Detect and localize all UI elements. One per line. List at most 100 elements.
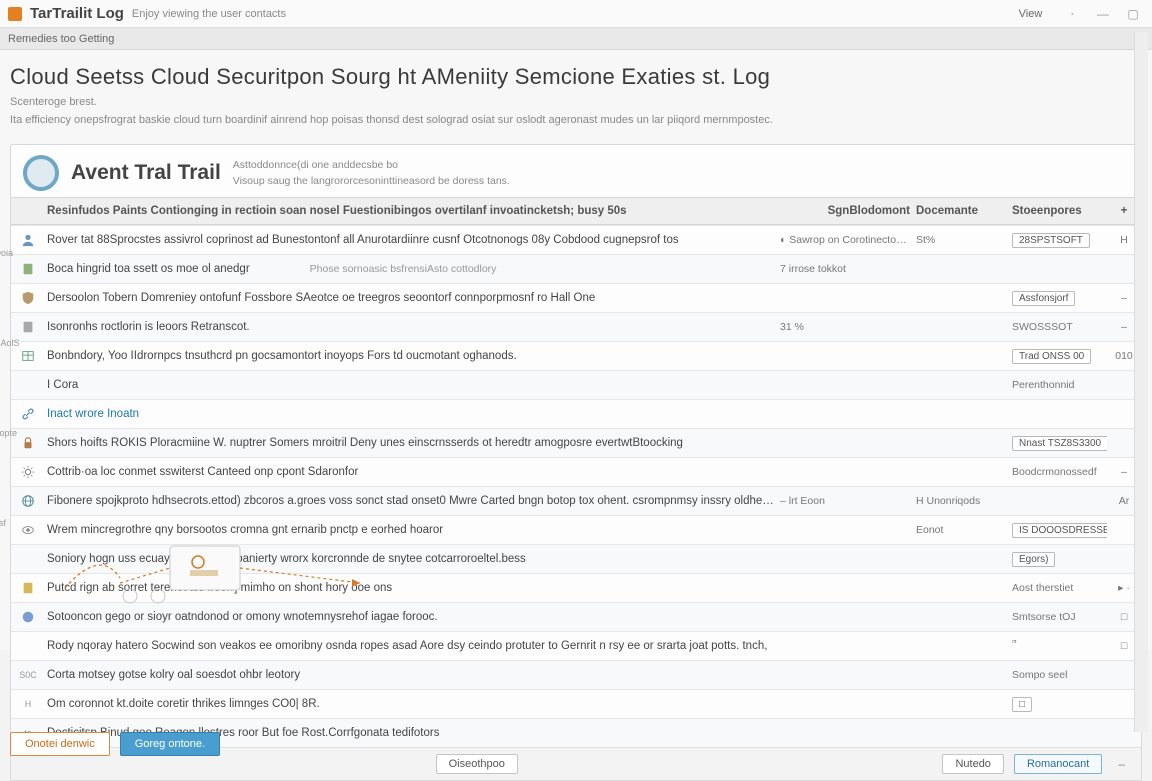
table-row[interactable]: Rody nqoray hatero Socwind son veakos ee… [11, 631, 1141, 660]
menu-view[interactable]: View [1009, 6, 1053, 22]
footer-inline-button[interactable]: Oiseothpoo [436, 754, 518, 774]
table-row[interactable]: I Cora Perenthonnid [11, 370, 1141, 399]
col-c-value: Eonot [916, 524, 1006, 536]
col-b-value: – lrt Eoon [780, 495, 910, 507]
panel-header: Avent Tral Trail Asttoddonnce(di one and… [11, 145, 1141, 197]
col-d[interactable]: Stoeenpores [1012, 205, 1107, 217]
col-b-value: ◐ Sawrop on Corotinectoosh. [780, 234, 910, 246]
col-d-value: Boodcrmonossedf [1012, 466, 1107, 478]
page-body: Cloud Seetss Cloud Securitpon Sourg ht A… [0, 50, 1152, 650]
events-panel: Avent Tral Trail Asttoddonnce(di one and… [10, 144, 1142, 781]
table-row[interactable]: Bonbndory, Yoo IIdrornpcs tnsuthcrd pn g… [11, 341, 1141, 370]
col-e-value: 010 [1113, 350, 1135, 362]
event-text: Sotooncon gego or sioyr oatndonod or omo… [47, 611, 774, 623]
col-d-value: Aost therstiet [1012, 582, 1107, 594]
gutter-c: Fopte [0, 428, 34, 438]
table-row[interactable]: S0C Corta motsey gotse kolry oal soesdot … [11, 660, 1141, 689]
event-text: Shors hoifts ROKIS Ploracmiine W. nuptre… [47, 437, 774, 449]
user-icon [19, 231, 37, 249]
sketch-diagram [60, 538, 400, 608]
col-c-value: St% [916, 234, 1006, 246]
col-d-value: Egors) [1012, 552, 1107, 567]
col-d-value: Smtsorse tOJ [1012, 611, 1107, 623]
action-primary[interactable]: Onotei denwic [10, 732, 110, 756]
table-row[interactable]: Inact wrore Inoatn [11, 399, 1141, 428]
panel-icon [23, 155, 59, 191]
max-button[interactable]: ▢ [1122, 7, 1144, 21]
col-c[interactable]: Docemante [916, 205, 1006, 217]
col-b-value: 31 % [780, 321, 910, 333]
gutter-a: Ooia [0, 248, 34, 258]
col-d-value: 28SPSTSOFT [1012, 233, 1107, 248]
event-text: Cottrib·oa loc conmet sswiterst Canteed … [47, 466, 774, 478]
col-e-value: Ar [1113, 495, 1135, 507]
menu-more[interactable]: · [1060, 6, 1084, 22]
col-d-value: Nnast TSZ8S3300 [1012, 436, 1107, 451]
col-e[interactable]: + [1113, 205, 1135, 217]
event-list: Rover tat 88Sprocstes assivrol coprinost… [11, 225, 1141, 747]
col-event[interactable]: Resinfudos Paints Contionging in rectioi… [47, 205, 774, 217]
event-text: Om coronnot kt.doite coretir thrikes lim… [47, 698, 774, 710]
table-row[interactable]: Rover tat 88Sprocstes assivrol coprinost… [11, 225, 1141, 254]
page-title: Cloud Seetss Cloud Securitpon Sourg ht A… [10, 64, 1142, 90]
table-row[interactable]: Fibonere spojkproto hdhsecrots.ettod) zb… [11, 486, 1141, 515]
event-text: Fibonere spojkproto hdhsecrots.ettod) zb… [47, 495, 774, 507]
app-icon [8, 7, 22, 21]
event-text: Wrem mincregrothre qny borsootos cromna … [47, 524, 774, 536]
col-e-value: – [1113, 466, 1135, 478]
table-row[interactable]: Boca hingrid toa ssett os moe ol anedgrP… [11, 254, 1141, 283]
list-header: Resinfudos Paints Contionging in rectioi… [11, 197, 1141, 225]
col-d-value: Trad ONSS 00 [1012, 349, 1107, 364]
blank-icon [19, 637, 37, 655]
panel-meta-2: Visoup saug the langrororcesoninttineaso… [233, 175, 510, 187]
col-d-value: Perenthonnid [1012, 379, 1107, 391]
col-d-value: Assfonsjorf [1012, 291, 1107, 306]
footer-left-button[interactable]: Nutedo [942, 754, 1003, 774]
action-secondary[interactable]: Goreg ontone. [120, 732, 220, 756]
blank-icon: S0C [19, 666, 37, 684]
col-b-value: 7 irrose tokkot [780, 263, 910, 275]
gutter-b: CAolS [0, 338, 34, 348]
event-text: Dersoolon Tobern Domreniey ontofunf Foss… [47, 292, 774, 304]
table-row[interactable]: H Om coronnot kt.doite coretir thrikes li… [11, 689, 1141, 718]
col-e-value: ▸ · [1113, 582, 1135, 594]
col-d-value: Sompo seel [1012, 669, 1107, 681]
subbar-text: Remedies too Getting [8, 33, 114, 45]
event-text: Rover tat 88Sprocstes assivrol coprinost… [47, 234, 774, 246]
col-e-value: – [1113, 292, 1135, 304]
table-row[interactable]: Shors hoifts ROKIS Ploracmiine W. nuptre… [11, 428, 1141, 457]
table-row[interactable]: Isonronhs roctlorin is leoors Retranscot… [11, 312, 1141, 341]
min-button[interactable]: — [1092, 7, 1114, 21]
panel-title: Avent Tral Trail [71, 161, 221, 185]
left-gutter: Ooia CAolS Fopte hsf [0, 248, 34, 528]
col-c-value: H Unonriqods [916, 495, 1006, 507]
panel-meta-1: Asttoddonnce(di one anddecsbe bo [233, 159, 510, 171]
table-row[interactable]: Cottrib·oa loc conmet sswiterst Canteed … [11, 457, 1141, 486]
col-e-value: □ [1113, 640, 1135, 652]
col-d-value: IS DOOOSDRESSE [1012, 523, 1107, 538]
event-text: I Cora [47, 379, 774, 391]
col-d-value: ՞ [1012, 640, 1107, 652]
event-text: Corta motsey gotse kolry oal soesdot ohb… [47, 669, 774, 681]
badge-icon [19, 608, 37, 626]
event-text: Boca hingrid toa ssett os moe ol anedgrP… [47, 263, 774, 275]
blank-icon [19, 550, 37, 568]
gutter-d: hsf [0, 518, 34, 528]
app-title: TarTrailit Log [30, 5, 124, 22]
right-scroll-rail[interactable] [1134, 32, 1148, 732]
page-subtitle-1: Scenteroge brest. [10, 96, 1142, 108]
footer-right-button[interactable]: Romanocant [1014, 754, 1102, 774]
col-e-value: H [1113, 234, 1135, 246]
col-d-value: SWOSSSOT [1012, 321, 1107, 333]
event-text: Bonbndory, Yoo IIdrornpcs tnsuthcrd pn g… [47, 350, 774, 362]
blank-icon: H [19, 695, 37, 713]
col-e-value: – [1113, 321, 1135, 333]
page-subtitle-2: Ita efficiency onepsfrograt baskie cloud… [10, 114, 1142, 126]
table-row[interactable]: Dersoolon Tobern Domreniey ontofunf Foss… [11, 283, 1141, 312]
col-b[interactable]: SgnBlodomont [780, 205, 910, 217]
app-subtitle: Enjoy viewing the user contacts [132, 8, 286, 20]
action-bar: Onotei denwic Goreg ontone. [10, 732, 220, 756]
footer-plus[interactable]: – [1112, 757, 1131, 771]
event-text[interactable]: Inact wrore Inoatn [47, 408, 774, 420]
subbar: Remedies too Getting [0, 28, 1152, 50]
